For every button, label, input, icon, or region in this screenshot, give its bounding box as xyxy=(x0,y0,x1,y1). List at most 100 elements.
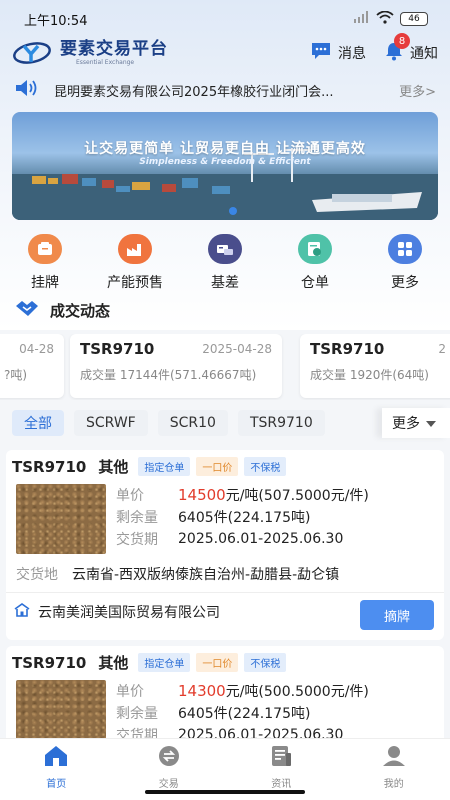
basis-icon xyxy=(208,234,242,264)
listing-tag: 一口价 xyxy=(196,457,239,476)
listing-tag: 不保税 xyxy=(244,457,287,476)
field-label: 剩余量 xyxy=(116,706,158,722)
delivery-place-row: 交货地 云南省-西双版纳傣族自治州-勐腊县-勐仑镇 xyxy=(16,564,339,584)
notification-badge: 8 xyxy=(394,33,410,49)
listing-icon xyxy=(28,234,62,264)
filter-more-label: 更多 xyxy=(392,416,420,432)
price-amount: 14300 xyxy=(178,682,226,700)
listing-header: TSR9710 其他 指定仓单 一口价 不保税 xyxy=(12,456,287,477)
quick-nav-presale[interactable]: 产能预售 xyxy=(90,228,180,292)
speaker-icon xyxy=(14,79,40,101)
field-label: 交货地 xyxy=(16,567,58,583)
status-bar: 上午10:54 46 xyxy=(0,0,450,38)
price-row: 单价 14500元/吨(507.5000元/件) xyxy=(116,484,369,506)
filter-chip-scr10[interactable]: SCR10 xyxy=(157,410,228,436)
deal-card[interactable]: TSR9710 2025-04-28 成交量 17144件(571.46667吨… xyxy=(70,334,282,398)
price-amount: 14500 xyxy=(178,486,226,504)
quick-nav-label: 基差 xyxy=(211,275,239,291)
caret-down-icon xyxy=(426,415,436,431)
quick-nav-label: 产能预售 xyxy=(107,275,163,291)
divider xyxy=(6,592,444,593)
exchange-icon xyxy=(157,745,181,771)
quick-nav-more[interactable]: 更多 xyxy=(360,228,450,292)
field-label: 单价 xyxy=(116,488,144,504)
deal-card[interactable]: TSR9710 2 成交量 1920件(64吨) xyxy=(300,334,450,398)
filter-chip-tsr9710[interactable]: TSR9710 xyxy=(237,410,325,436)
warehouse-receipt-icon xyxy=(298,234,332,264)
wifi-icon xyxy=(376,10,394,28)
profile-icon xyxy=(382,745,406,771)
announcement-bar[interactable]: 昆明要素交易有限公司2025年橡胶行业闭门会... 更多> xyxy=(0,76,450,104)
field-label: 交货期 xyxy=(116,532,158,548)
listing-header: TSR9710 其他 指定仓单 一口价 不保税 xyxy=(12,652,287,673)
quick-nav-warehouse-receipt[interactable]: 仓单 xyxy=(270,228,360,292)
promo-banner[interactable]: 让交易更简单 让贸易更自由 让流通更高效 Simpleness & Freedo… xyxy=(12,112,438,220)
quick-nav-listing[interactable]: 挂牌 xyxy=(0,228,90,292)
price-unit: 元/吨(507.5000元/件) xyxy=(225,488,369,504)
tab-label: 首页 xyxy=(46,779,67,790)
deals-section-header: 成交动态 xyxy=(14,298,110,322)
header-actions: 消息 8 通知 xyxy=(310,33,438,65)
field-label: 单价 xyxy=(116,684,144,700)
deal-volume: ?吨) xyxy=(4,368,28,382)
deal-symbol: TSR9710 xyxy=(80,340,155,358)
quick-nav-basis[interactable]: 基差 xyxy=(180,228,270,292)
app-name: 要素交易平台 xyxy=(60,38,168,59)
messages-button[interactable]: 消息 xyxy=(310,41,366,65)
app-logo[interactable]: 要素交易平台 Essential Exchange xyxy=(12,40,168,66)
listing-details: 单价 14300元/吨(500.5000元/件) 剩余量 6405件(224.1… xyxy=(116,680,369,746)
banner-title: 让交易更简单 让贸易更自由 让流通更高效 xyxy=(84,141,366,157)
deal-date: 2 xyxy=(438,342,446,356)
delivery-place-value: 云南省-西双版纳傣族自治州-勐腊县-勐仑镇 xyxy=(72,567,340,583)
listing-symbol: TSR9710 xyxy=(12,457,87,476)
product-image[interactable] xyxy=(16,484,106,554)
delist-buy-button[interactable]: 摘牌 xyxy=(360,600,434,630)
quick-nav-label: 更多 xyxy=(391,275,419,291)
tab-label: 资讯 xyxy=(271,779,292,790)
deal-date: 04-28 xyxy=(19,342,54,356)
tab-label: 交易 xyxy=(158,779,179,790)
seller-row[interactable]: 云南美润美国际贸易有限公司 xyxy=(14,602,220,622)
tab-home[interactable]: 首页 xyxy=(0,739,113,800)
deal-card[interactable]: 04-28 ?吨) xyxy=(0,334,64,398)
filter-bar: 全部 SCRWF SCR10 TSR9710 更多 xyxy=(0,408,450,438)
filter-chip-all[interactable]: 全部 xyxy=(12,410,64,436)
remaining-value: 6405件(224.175吨) xyxy=(178,706,311,722)
announcement-more-link[interactable]: 更多> xyxy=(399,81,436,100)
messages-label: 消息 xyxy=(338,46,366,62)
logo-text: 要素交易平台 Essential Exchange xyxy=(60,38,168,66)
banner-page-indicator xyxy=(229,207,237,215)
deals-carousel[interactable]: 04-28 ?吨) TSR9710 2025-04-28 成交量 17144件(… xyxy=(0,334,450,400)
banner-subtitle: Simpleness & Freedom & Efficient xyxy=(139,157,311,167)
notifications-button[interactable]: 8 通知 xyxy=(384,33,438,65)
quick-nav-label: 仓单 xyxy=(301,275,329,291)
deal-symbol: TSR9710 xyxy=(310,340,385,358)
delivery-period-row: 交货期 2025.06.01-2025.06.30 xyxy=(116,528,369,550)
price-value: 14300元/吨(500.5000元/件) xyxy=(178,681,369,701)
listing-category: 其他 xyxy=(98,458,129,476)
field-label: 剩余量 xyxy=(116,510,158,526)
home-icon xyxy=(43,745,69,771)
deal-volume: 成交量 17144件(571.46667吨) xyxy=(80,368,257,382)
deal-volume: 成交量 1920件(64吨) xyxy=(310,368,429,382)
filter-more-dropdown[interactable]: 更多 xyxy=(382,408,450,438)
listing-tag: 指定仓单 xyxy=(138,653,191,672)
deals-title: 成交动态 xyxy=(50,301,111,320)
grid-icon xyxy=(388,234,422,264)
quick-nav: 挂牌 产能预售 基差 仓单 更多 xyxy=(0,228,450,292)
battery-icon: 46 xyxy=(400,12,428,26)
status-indicators: 46 xyxy=(354,10,428,28)
signal-icon xyxy=(354,11,370,27)
status-time: 上午10:54 xyxy=(24,13,88,29)
filter-chip-scrwf[interactable]: SCRWF xyxy=(74,410,148,436)
delivery-period-value: 2025.06.01-2025.06.30 xyxy=(178,531,344,547)
price-value: 14500元/吨(507.5000元/件) xyxy=(178,485,369,505)
home-indicator xyxy=(145,790,305,794)
tab-profile[interactable]: 我的 xyxy=(338,739,450,800)
announcement-text[interactable]: 昆明要素交易有限公司2025年橡胶行业闭门会... xyxy=(54,81,374,100)
listing-symbol: TSR9710 xyxy=(12,653,87,672)
remaining-row: 剩余量 6405件(224.175吨) xyxy=(116,506,369,528)
listing-card[interactable]: TSR9710 其他 指定仓单 一口价 不保税 单价 14500元/吨(507.… xyxy=(6,450,444,640)
seller-name: 云南美润美国际贸易有限公司 xyxy=(38,605,220,621)
shop-icon xyxy=(14,603,30,621)
